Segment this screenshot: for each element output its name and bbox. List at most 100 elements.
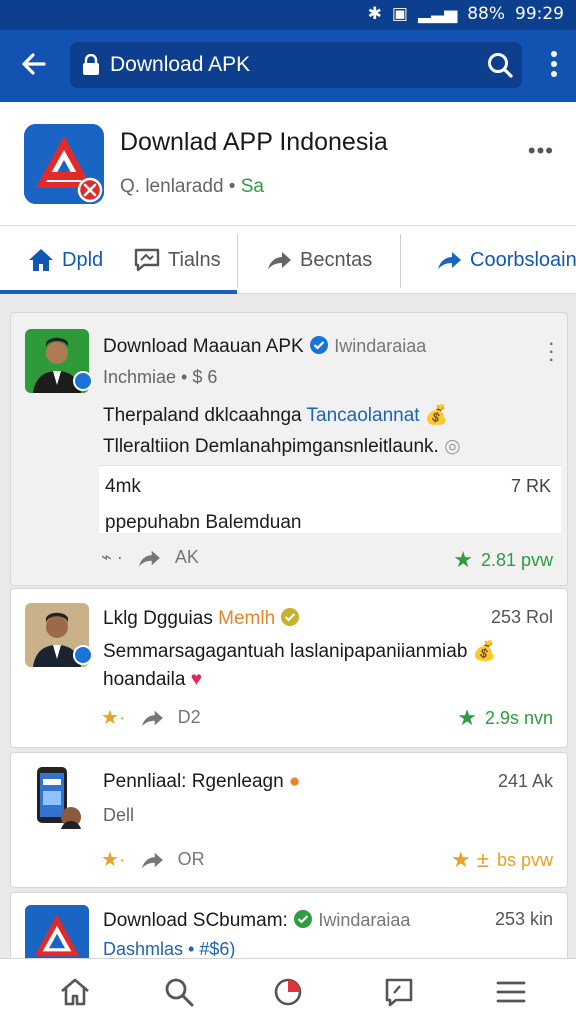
separator-dot: • (228, 176, 236, 197)
author-handle: Iwindaraiaa (334, 336, 427, 356)
post-count: 253 Rol (490, 607, 553, 627)
verified-badge-icon (73, 645, 93, 665)
post-actions: ★· D2 ★ 2.9s nvn (101, 705, 553, 735)
bluetooth-icon: ✱ (367, 4, 382, 24)
tab-bar: Dpld Tialns Becntas Coorbsloain (0, 226, 576, 294)
tab-home[interactable]: Dpld (28, 226, 103, 294)
quoted-content[interactable]: 4mk 7 RK ppepuhabn Balemduan (99, 465, 561, 533)
quote-label: 4mk (105, 476, 141, 497)
app-status: Sa (240, 176, 264, 197)
verified-icon (309, 336, 328, 354)
like-icon[interactable]: ⌁ · (101, 547, 123, 568)
post-meta: Dashmlas • #$6) (103, 939, 236, 959)
tab-comments[interactable]: Tialns (134, 226, 221, 294)
share-arrow-icon[interactable] (140, 850, 164, 870)
post-text-line: Therpaland dklcaahnga (103, 405, 307, 426)
post-text: hoandaila ♥ (103, 669, 202, 691)
author-name: Pennliaal: Rgenleagn (103, 771, 284, 792)
home-icon[interactable] (58, 975, 92, 1009)
signal-icon: ▂▃▅ (417, 4, 458, 24)
phone-thumbnail-icon (37, 767, 81, 829)
more-options-icon[interactable]: ••• (528, 138, 554, 164)
tab-label: Becntas (300, 248, 373, 271)
status-bar: ✱ ▣ ▂▃▅ 88% 99:29 (0, 0, 576, 30)
share-arrow-icon (268, 252, 291, 269)
post-meta: Dell (103, 805, 135, 825)
heart-emoji-icon: ♥ (190, 669, 202, 690)
hamburger-menu-icon[interactable] (494, 975, 528, 1009)
lock-icon (83, 54, 99, 75)
post-text-line: hoandaila (103, 669, 186, 690)
share-arrow-icon[interactable] (137, 548, 161, 568)
post-author[interactable]: Download Maauan APK Iwindaraiaa (103, 335, 426, 358)
tab-label: Coorbsloain (470, 248, 576, 271)
share-arrow-icon (438, 252, 461, 269)
post-author[interactable]: Pennliaal: Rgenleagn ● (103, 771, 300, 793)
address-text: Download APK (110, 53, 251, 76)
comment-icon (134, 248, 160, 272)
overflow-menu-icon[interactable] (550, 50, 558, 78)
tab-label: Dpld (62, 248, 104, 271)
post-actions: ★· OR ★ ± bs pvw (101, 847, 553, 877)
star-icon[interactable]: ★· (101, 705, 126, 730)
share-count: D2 (177, 707, 201, 727)
feed-post[interactable]: Download Maauan APK Iwindaraiaa · · · Inch… (10, 312, 568, 586)
post-count: 253 kin (494, 909, 553, 929)
post-text-link[interactable]: Tancaolannat (307, 405, 420, 426)
post-text-line: Tlleraltiion Demlanahpimgansnleitlaunk. (103, 436, 439, 457)
feed: Download Maauan APK Iwindaraiaa · · · Inch… (0, 294, 576, 972)
post-text: Semmarsagagantuah laslanipapaniianmiab 💰 (103, 639, 496, 663)
address-bar[interactable]: Download APK (70, 42, 522, 88)
tab-divider (400, 234, 401, 288)
star-icon[interactable]: ★· (101, 847, 126, 872)
post-count: 241 Ak (497, 771, 553, 791)
star-icon[interactable]: ★ ± (451, 847, 489, 873)
app-logo[interactable] (24, 124, 104, 204)
back-arrow-icon[interactable] (18, 48, 50, 80)
app-developer: Q. lenlaradd (120, 176, 224, 197)
post-meta: Inchmiae • $ 6 (103, 367, 218, 387)
verified-badge-icon (73, 371, 93, 391)
author-name-highlight: Memlh (218, 608, 276, 629)
verified-icon (281, 608, 300, 626)
clock-emoji-icon: ◎ (444, 436, 461, 457)
app-header: Downlad APP Indonesia Q. lenlaradd • Sa … (0, 102, 576, 226)
author-name: Download Maauan APK (103, 336, 304, 357)
post-menu-icon[interactable]: · · · (548, 332, 555, 370)
author-name: Lklg Dgguias (103, 608, 213, 629)
avatar[interactable] (25, 765, 89, 829)
author-name: Download SCbumam: (103, 910, 288, 931)
feed-post[interactable]: Pennliaal: Rgenleagn ● 241 Ak Dell ★· OR… (10, 752, 568, 888)
tab-download[interactable]: Coorbsloain (436, 226, 576, 294)
battery-text: 88% (467, 4, 505, 24)
post-time: 2.9s nvn (484, 707, 553, 728)
post-actions: ⌁ · AK ★ 2.81 pvw (101, 547, 553, 577)
star-icon[interactable]: ★ (453, 547, 473, 573)
post-author[interactable]: Lklg Dgguias Memlh (103, 607, 300, 630)
post-time: 2.81 pvw (480, 549, 553, 570)
search-icon[interactable] (162, 975, 196, 1009)
quote-text: ppepuhabn Balemduan (105, 512, 302, 533)
feed-post[interactable]: Lklg Dgguias Memlh 253 Rol Semmarsagagan… (10, 588, 568, 748)
app-title: Downlad APP Indonesia (120, 128, 388, 156)
emoji-icon: ● (288, 771, 301, 792)
money-bag-emoji-icon: 💰 (424, 405, 449, 426)
post-time: bs pvw (496, 849, 553, 870)
post-author[interactable]: Download SCbumam: Iwindaraiaa (103, 909, 410, 932)
search-icon[interactable] (486, 51, 514, 79)
star-icon[interactable]: ★ (457, 705, 477, 731)
tab-share[interactable]: Becntas (266, 226, 372, 294)
quote-size: 7 RK (510, 476, 551, 496)
notifications-icon[interactable] (271, 975, 305, 1009)
post-text: Therpaland dklcaahnga Tancaolannat 💰 (103, 403, 449, 427)
messages-icon[interactable] (382, 975, 416, 1009)
author-handle: Iwindaraiaa (318, 910, 411, 930)
share-arrow-icon[interactable] (140, 708, 164, 728)
verified-icon (294, 910, 313, 928)
share-count: OR (177, 849, 205, 869)
clock: 99:29 (515, 4, 564, 24)
bottom-navigation (0, 958, 576, 1024)
tab-divider (237, 234, 238, 288)
app-logo-icon (24, 124, 104, 204)
home-icon (29, 249, 53, 271)
